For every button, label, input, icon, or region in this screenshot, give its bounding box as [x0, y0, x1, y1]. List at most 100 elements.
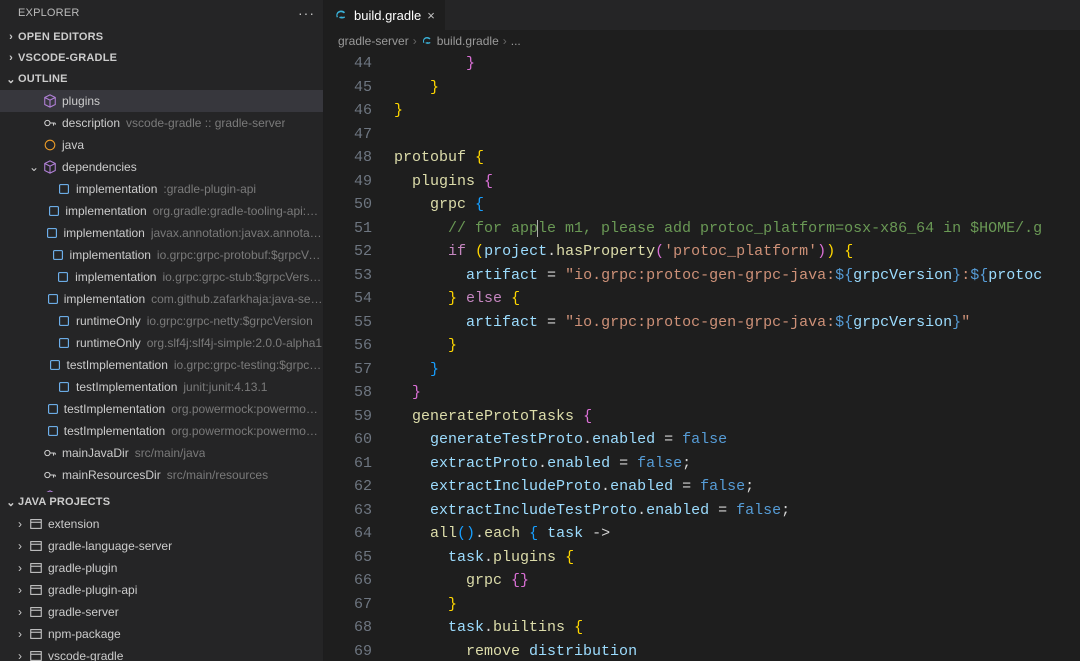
tab-build-gradle[interactable]: build.gradle × [324, 0, 446, 30]
project-label: gradle-plugin [48, 561, 117, 575]
class-icon [42, 137, 58, 153]
outline-detail: io.grpc:grpc-netty:$grpcVersion [147, 314, 313, 328]
java-projects-tree: ›extension›gradle-language-server›gradle… [0, 513, 323, 661]
outline-item[interactable]: mainJavaDirsrc/main/java [0, 442, 323, 464]
code-line[interactable]: } [394, 358, 1080, 382]
code-line[interactable]: extractIncludeProto.enabled = false; [394, 475, 1080, 499]
line-number: 68 [324, 616, 372, 640]
outline-item[interactable]: implementation:gradle-plugin-api [0, 178, 323, 200]
field-icon [45, 225, 59, 241]
code-line[interactable]: remove distribution [394, 640, 1080, 661]
outline-detail: io.grpc:grpc-testing:$grpcVersion [174, 358, 323, 372]
chevron-icon: ⌄ [26, 160, 42, 174]
field-icon [56, 313, 72, 329]
outline-item[interactable]: descriptionvscode-gradle :: gradle-serve… [0, 112, 323, 134]
breadcrumb-seg[interactable]: build.gradle [437, 34, 499, 48]
code-line[interactable]: artifact = "io.grpc:protoc-gen-grpc-java… [394, 311, 1080, 335]
outline-item[interactable]: java [0, 134, 323, 156]
code-line[interactable]: generateProtoTasks { [394, 405, 1080, 429]
line-number: 50 [324, 193, 372, 217]
breadcrumb-seg[interactable]: gradle-server [338, 34, 409, 48]
more-actions-icon[interactable]: ··· [298, 5, 315, 21]
outline-item[interactable]: mainResourcesDirsrc/main/resources [0, 464, 323, 486]
section-java-projects[interactable]: ⌄ JAVA PROJECTS [0, 492, 323, 513]
java-project-item[interactable]: ›gradle-plugin [0, 557, 323, 579]
outline-item[interactable]: implementationcom.github.zafarkhaja:java… [0, 288, 323, 310]
line-number: 48 [324, 146, 372, 170]
code-line[interactable]: grpc {} [394, 569, 1080, 593]
breadcrumb[interactable]: gradle-server › build.gradle › ... [324, 30, 1080, 52]
outline-detail: io.grpc:grpc-stub:$grpcVersion [162, 270, 323, 284]
code-line[interactable]: plugins { [394, 170, 1080, 194]
outline-item[interactable]: plugins [0, 90, 323, 112]
code-line[interactable]: task.builtins { [394, 616, 1080, 640]
project-icon [28, 516, 44, 532]
code-line[interactable]: generateTestProto.enabled = false [394, 428, 1080, 452]
outline-item[interactable]: implementationorg.gradle:gradle-tooling-… [0, 200, 323, 222]
outline-label: testImplementation [64, 402, 165, 416]
code-line[interactable]: task.plugins { [394, 546, 1080, 570]
java-project-item[interactable]: ›gradle-plugin-api [0, 579, 323, 601]
project-icon [28, 626, 44, 642]
code-line[interactable]: artifact = "io.grpc:protoc-gen-grpc-java… [394, 264, 1080, 288]
close-icon[interactable]: × [427, 8, 435, 23]
outline-item[interactable]: implementationio.grpc:grpc-protobuf:$grp… [0, 244, 323, 266]
breadcrumb-more[interactable]: ... [511, 34, 521, 48]
code-line[interactable]: all().each { task -> [394, 522, 1080, 546]
code-editor[interactable]: 4445464748495051525354555657585960616263… [324, 52, 1080, 661]
line-number: 49 [324, 170, 372, 194]
line-number: 56 [324, 334, 372, 358]
section-outline[interactable]: ⌄ OUTLINE [0, 69, 323, 90]
java-project-item[interactable]: ›extension [0, 513, 323, 535]
code-line[interactable]: grpc { [394, 193, 1080, 217]
field-icon [46, 291, 60, 307]
outline-detail: com.github.zafarkhaja:java-semver:0.9.0 [151, 292, 323, 306]
line-number: 58 [324, 381, 372, 405]
code-line[interactable]: extractProto.enabled = false; [394, 452, 1080, 476]
section-vscode-gradle[interactable]: › VSCODE-GRADLE [0, 47, 323, 68]
code-line[interactable]: // for apple m1, please add protoc_platf… [394, 217, 1080, 241]
code-line[interactable]: } [394, 593, 1080, 617]
tab-bar: build.gradle × [324, 0, 1080, 30]
java-project-item[interactable]: ›gradle-language-server [0, 535, 323, 557]
outline-item[interactable]: runtimeOnlyio.grpc:grpc-netty:$grpcVersi… [0, 310, 323, 332]
outline-item[interactable]: runtimeOnlyorg.slf4j:slf4j-simple:2.0.0-… [0, 332, 323, 354]
section-open-editors[interactable]: › OPEN EDITORS [0, 26, 323, 47]
editor-pane: build.gradle × gradle-server › build.gra… [324, 0, 1080, 661]
line-number: 44 [324, 52, 372, 76]
outline-label: implementation [65, 204, 146, 218]
outline-label: implementation [63, 226, 144, 240]
java-project-item[interactable]: ›gradle-server [0, 601, 323, 623]
section-label: OPEN EDITORS [18, 31, 103, 43]
outline-item[interactable]: implementationio.grpc:grpc-stub:$grpcVer… [0, 266, 323, 288]
outline-item[interactable]: testImplementationio.grpc:grpc-testing:$… [0, 354, 323, 376]
field-icon [56, 181, 72, 197]
outline-label: testImplementation [76, 380, 177, 394]
code-line[interactable]: protobuf { [394, 146, 1080, 170]
code-line[interactable]: } [394, 381, 1080, 405]
code-line[interactable]: } [394, 99, 1080, 123]
outline-item[interactable]: testImplementationorg.powermock:powermoc… [0, 420, 323, 442]
outline-item[interactable]: testImplementation org.powermock:powermoc… [0, 398, 323, 420]
line-number: 61 [324, 452, 372, 476]
outline-label: plugins [62, 94, 100, 108]
outline-detail: vscode-gradle :: gradle-server [126, 116, 285, 130]
outline-item[interactable]: implementationjavax.annotation:javax.ann… [0, 222, 323, 244]
code-line[interactable]: } [394, 334, 1080, 358]
chevron-right-icon: › [12, 539, 28, 553]
outline-item[interactable]: ⌄dependencies [0, 156, 323, 178]
code-content[interactable]: } }} protobuf { plugins { grpc { // for a… [394, 52, 1080, 661]
project-icon [28, 582, 44, 598]
outline-item[interactable]: testImplementationjunit:junit:4.13.1 [0, 376, 323, 398]
java-project-item[interactable]: ›vscode-gradle [0, 645, 323, 661]
code-line[interactable]: } else { [394, 287, 1080, 311]
code-line[interactable] [394, 123, 1080, 147]
code-line[interactable]: extractIncludeTestProto.enabled = false; [394, 499, 1080, 523]
code-line[interactable]: } [394, 52, 1080, 76]
java-project-item[interactable]: ›npm-package [0, 623, 323, 645]
code-line[interactable]: } [394, 76, 1080, 100]
field-icon [56, 379, 72, 395]
code-line[interactable]: if (project.hasProperty('protoc_platform… [394, 240, 1080, 264]
outline-detail: org.powermock:powermock-modu... [171, 402, 323, 416]
field-icon [55, 269, 71, 285]
